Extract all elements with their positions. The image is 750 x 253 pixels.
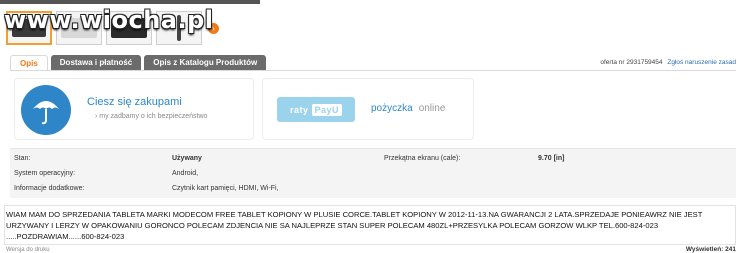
watermark: www.wiocha.pl	[4, 6, 214, 34]
top-image-strip	[0, 0, 260, 4]
spec-value: 9.70 [in]	[538, 155, 565, 162]
tab-opis[interactable]: Opis	[10, 55, 48, 71]
tab-delivery-payment[interactable]: Dostawa i płatność	[50, 55, 142, 71]
spec-value: Używany	[172, 155, 202, 162]
umbrella-icon	[21, 85, 71, 135]
spec-label: System operacyjny:	[14, 170, 76, 177]
spec-label: Informacje dodatkowe:	[14, 185, 85, 192]
spec-row: Stan: Używany Przekątna ekranu (cale): 9…	[10, 151, 736, 167]
spec-label: Przekątna ekranu (cale):	[384, 155, 461, 162]
safe-shopping-subtitle[interactable]: › my zadbamy o ich bezpieczeństwo	[95, 113, 207, 120]
raty-payu-logo: raty PayU	[277, 97, 355, 122]
tab-bar: Opis Dostawa i płatność Opis z Katalogu …	[10, 55, 267, 71]
offer-number: oferta nr 2931759454	[600, 59, 663, 66]
offer-info: oferta nr 2931759454 Zgłoś naruszenie za…	[600, 59, 736, 66]
loan-box[interactable]: raty PayU pożyczka online	[262, 78, 474, 140]
spec-value: Czytnik kart pamięci, HDMI, Wi-Fi,	[172, 185, 279, 192]
view-count: Wyświetleń: 241	[685, 246, 736, 253]
spec-row: System operacyjny: Android,	[10, 166, 736, 182]
item-description: WIAM MAM DO SPRZEDANIA TABLETA MARKI MOD…	[6, 210, 703, 241]
safe-shopping-title: Ciesz się zakupami	[87, 96, 182, 108]
spec-row: Informacje dodatkowe: Czytnik kart pamię…	[10, 181, 736, 197]
safe-shopping-box[interactable]: Ciesz się zakupami › my zadbamy o ich be…	[14, 78, 254, 140]
tab-catalog-description[interactable]: Opis z Katalogu Produktów	[144, 55, 267, 71]
spec-label: Stan:	[14, 155, 31, 162]
loan-title: pożyczka online	[371, 103, 446, 114]
spec-value: Android,	[172, 170, 199, 177]
report-violation-link[interactable]: Zgłoś naruszenie zasad	[667, 59, 736, 66]
tab-divider	[10, 70, 736, 71]
specs-table: Stan: Używany Przekątna ekranu (cale): 9…	[10, 148, 736, 198]
print-version-link[interactable]: Wersja do druku	[6, 247, 50, 253]
